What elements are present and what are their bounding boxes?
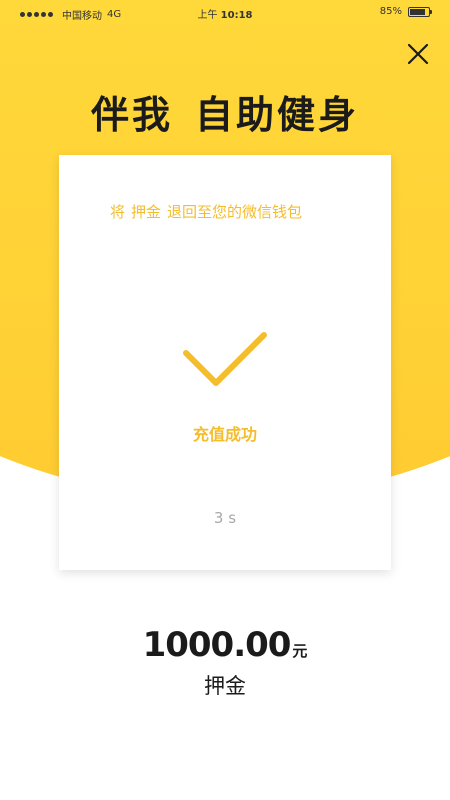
close-button[interactable] — [404, 40, 432, 68]
tip-part-1: 将 — [110, 203, 126, 221]
refund-tip: 将押金 退回至您的微信钱包 — [110, 201, 302, 222]
deposit-value: 1000.00 — [142, 625, 292, 665]
result-card: 将押金 退回至您的微信钱包 充值成功 3 s — [59, 155, 391, 570]
title-part-2: 自助健身 — [195, 93, 360, 137]
tip-part-3: 退回至您的微信钱包 — [167, 203, 303, 221]
deposit-unit: 元 — [292, 642, 308, 660]
tip-part-2: 押金 — [131, 203, 162, 221]
success-text: 充值成功 — [192, 425, 257, 444]
status-bar: 中国移动 4G 上午 10:18 85% — [0, 0, 450, 26]
battery-icon — [408, 6, 432, 17]
countdown-text: 3 s — [213, 509, 237, 527]
time-prefix: 上午 — [197, 10, 218, 21]
battery-percent: 85% — [379, 6, 402, 17]
title-part-1: 伴我 — [90, 93, 173, 137]
checkmark-icon — [183, 332, 267, 386]
status-right: 85% — [379, 6, 432, 17]
time-value: 10:18 — [220, 10, 253, 21]
deposit-amount: 1000.00 元 — [0, 625, 450, 665]
deposit-label: 押金 — [204, 674, 246, 698]
close-icon — [407, 43, 429, 65]
page-title: 伴我 自助健身 — [0, 84, 450, 139]
battery-fill — [410, 8, 426, 15]
